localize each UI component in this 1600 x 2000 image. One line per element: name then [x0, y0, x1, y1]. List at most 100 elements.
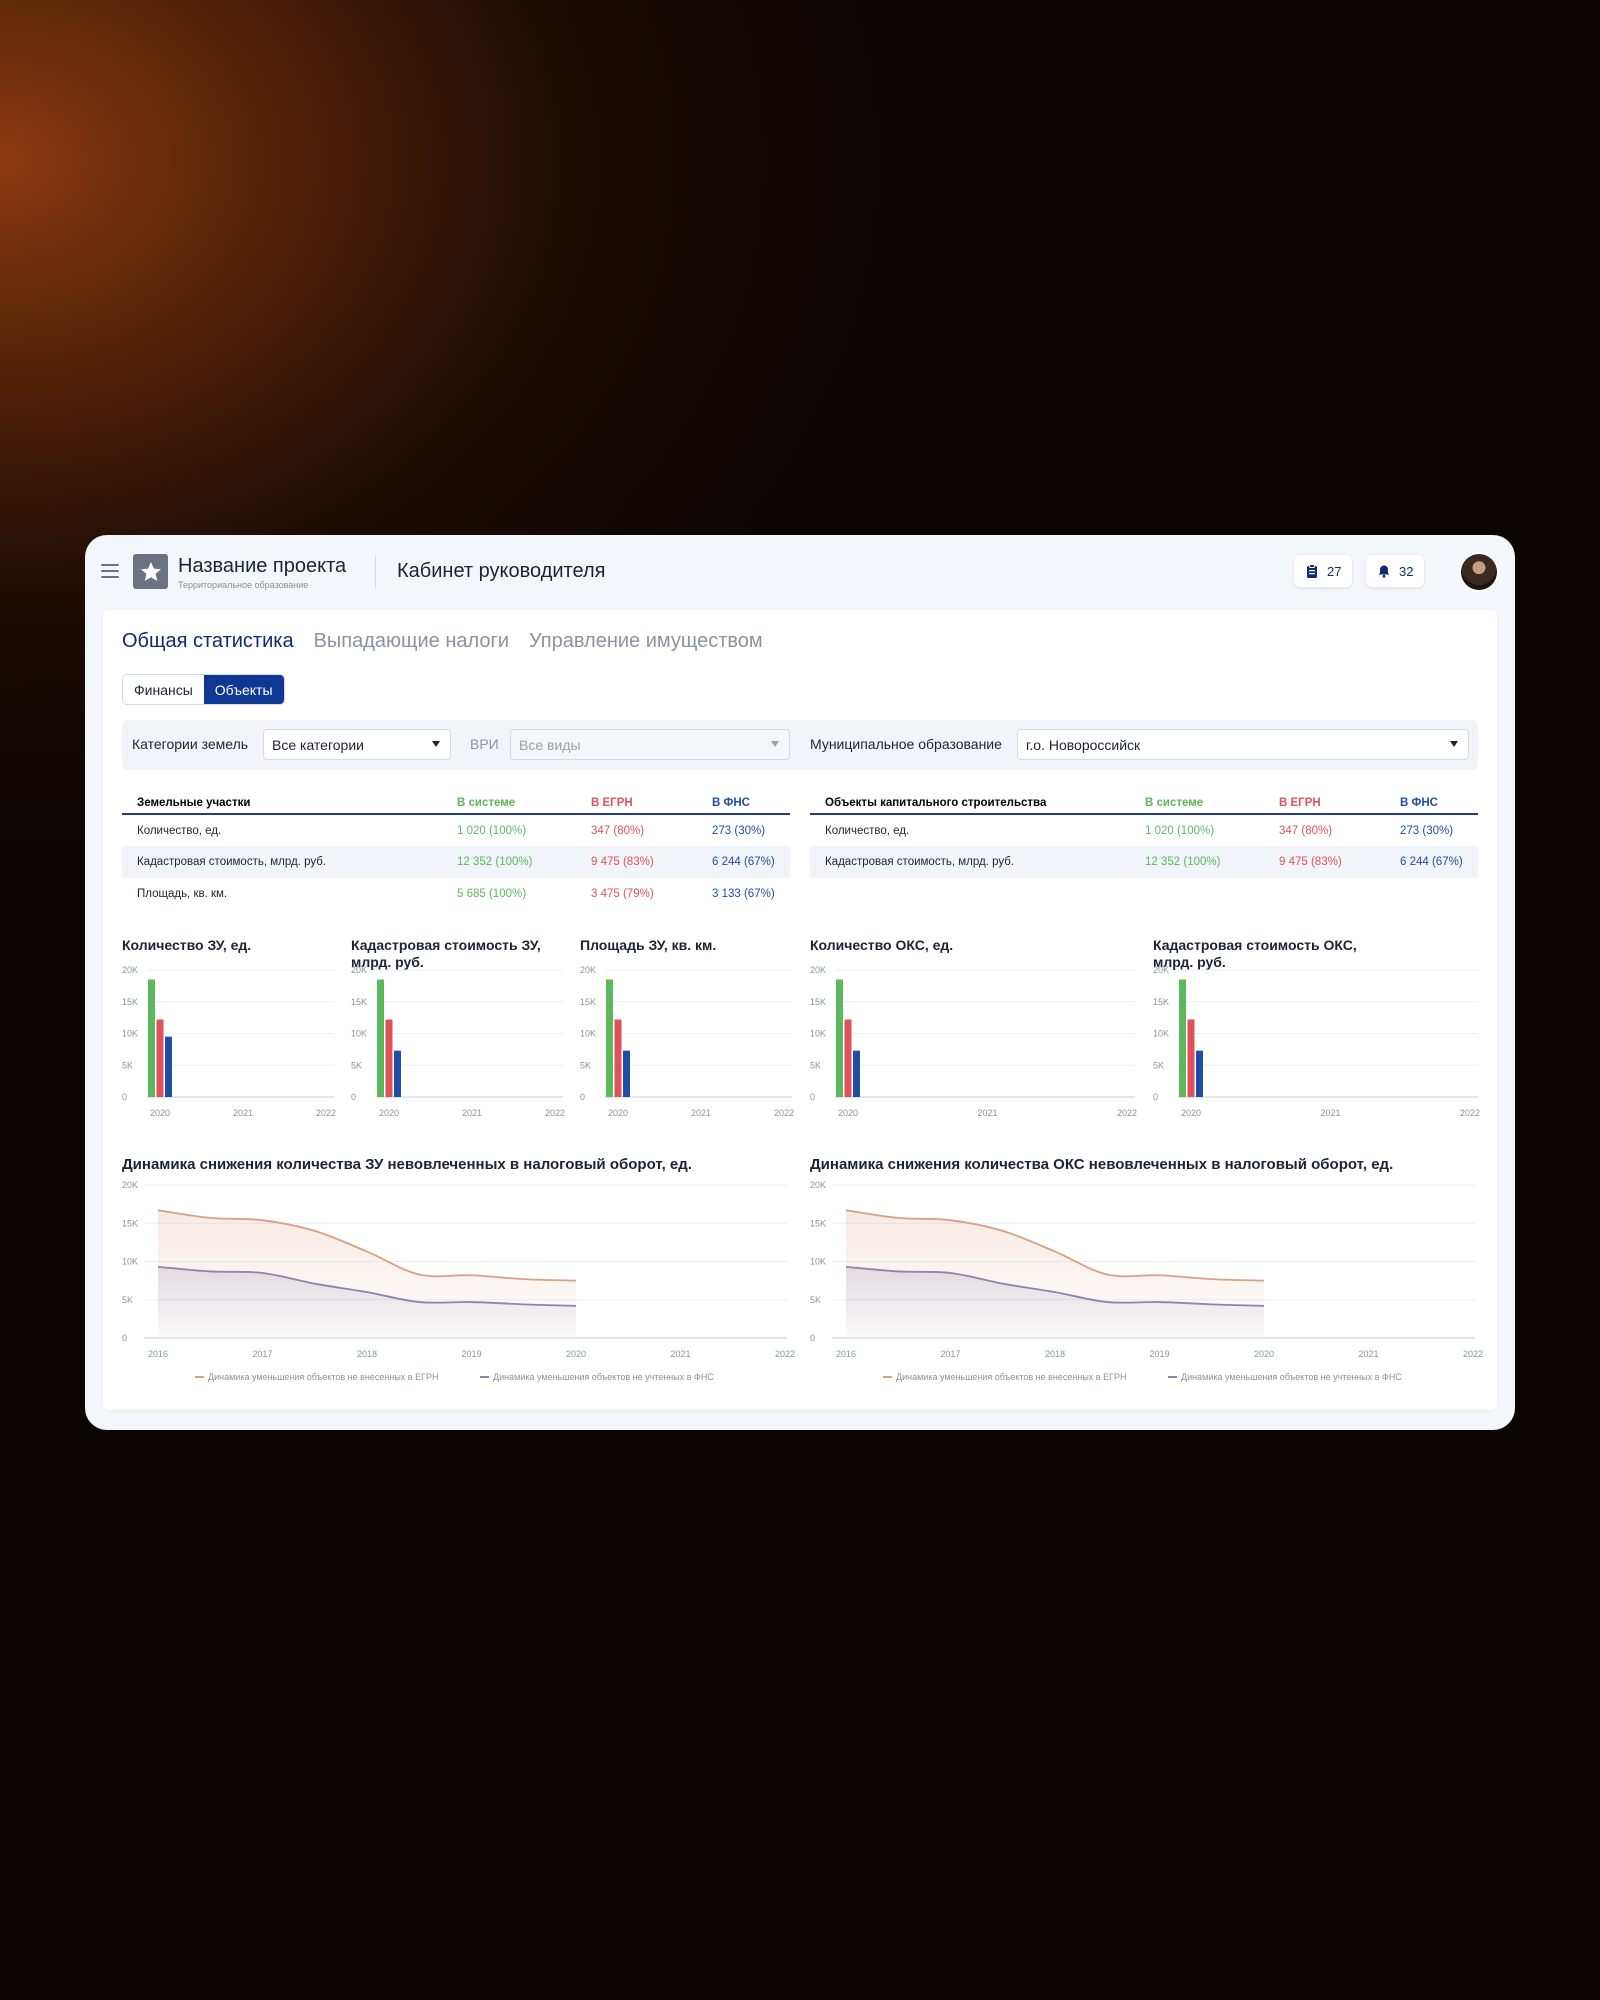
col-header: В ФНС: [697, 792, 790, 815]
x-tick-label: 2021: [462, 1108, 482, 1118]
y-tick-label: 15K: [122, 997, 138, 1007]
vri-value: Все виды: [519, 737, 581, 753]
y-tick-label: 5K: [122, 1060, 133, 1070]
col-header: В ЕГРН: [576, 792, 697, 815]
project-title: Название проекта: [178, 555, 347, 577]
y-tick-label: 20K: [810, 1180, 826, 1190]
cell-fns: 273 (30%): [712, 824, 766, 837]
x-tick-label: 2022: [316, 1108, 336, 1118]
land-category-value: Все категории: [272, 737, 364, 753]
user-avatar[interactable]: [1461, 554, 1497, 590]
table-row: Количество, ед. 1 020 (100%) 347 (80%) 2…: [810, 814, 1478, 846]
land-category-label: Категории земель: [132, 736, 249, 752]
land-category-select[interactable]: Все категории: [263, 729, 451, 760]
y-tick-label: 15K: [810, 1218, 826, 1228]
y-tick-label: 15K: [351, 997, 367, 1007]
x-tick-label: 2022: [1463, 1349, 1483, 1359]
vri-select[interactable]: Все виды: [510, 729, 790, 760]
notifications-count: 32: [1399, 563, 1414, 579]
y-tick-label: 10K: [1153, 1029, 1169, 1039]
tasks-button[interactable]: 27: [1294, 555, 1353, 587]
bar: [614, 1019, 622, 1097]
bar: [394, 1050, 401, 1097]
chart-title: Количество ОКС, ед.: [810, 937, 954, 953]
row-label: Количество, ед.: [137, 824, 222, 837]
cell-fns: 6 244 (67%): [1385, 846, 1478, 878]
y-tick-label: 20K: [122, 965, 138, 975]
y-tick-label: 20K: [810, 965, 826, 975]
x-tick-label: 2020: [1181, 1108, 1201, 1118]
chart-title: Динамика снижения количества ЗУ невовлеч…: [122, 1156, 692, 1173]
y-tick-label: 5K: [580, 1060, 591, 1070]
tab-falling-taxes[interactable]: Выпадающие налоги: [314, 630, 509, 653]
y-tick-label: 10K: [122, 1029, 138, 1039]
row-label: Кадастровая стоимость, млрд. руб.: [122, 846, 442, 878]
vri-label: ВРИ: [470, 736, 499, 752]
legend-label: Динамика уменьшения объектов не внесенны…: [896, 1372, 1126, 1382]
y-tick-label: 0: [810, 1333, 815, 1343]
x-tick-label: 2021: [670, 1349, 690, 1359]
chevron-down-icon: [771, 741, 779, 747]
x-tick-label: 2020: [566, 1349, 586, 1359]
project-subtitle: Территориальное образование: [178, 580, 309, 590]
municipality-select[interactable]: г.о. Новороссийск: [1017, 729, 1469, 760]
bar: [623, 1050, 630, 1097]
main-panel: Общая статистика Выпадающие налоги Управ…: [103, 610, 1497, 1410]
bar: [148, 979, 155, 1097]
row-label: Площадь, кв. км.: [137, 888, 228, 900]
bell-icon: [1378, 565, 1390, 578]
y-tick-label: 10K: [351, 1029, 367, 1039]
cell-fns: 6 244 (67%): [697, 846, 790, 878]
x-tick-label: 2021: [233, 1108, 253, 1118]
cell-system: 5 685 (100%): [457, 888, 527, 900]
segment-objects[interactable]: Объекты: [203, 675, 284, 704]
y-tick-label: 10K: [580, 1029, 596, 1039]
col-header: В ЕГРН: [1264, 792, 1385, 815]
y-tick-label: 15K: [810, 997, 826, 1007]
table-header-row: Земельные участки В системе В ЕГРН В ФНС: [122, 792, 790, 815]
chart-title: Кадастровая стоимость ОКС, млрд. руб.: [1153, 937, 1357, 970]
y-tick-label: 20K: [122, 1180, 138, 1190]
col-header: В системе: [1130, 792, 1264, 815]
cell-system: 1 020 (100%): [1145, 824, 1215, 837]
municipality-value: г.о. Новороссийск: [1026, 737, 1141, 753]
row-label: Кадастровая стоимость, млрд. руб.: [810, 846, 1130, 878]
chart-title: Кадастровая стоимость ЗУ, млрд. руб.: [351, 937, 541, 970]
chart-title: Количество ЗУ, ед.: [122, 937, 252, 953]
x-tick-label: 2022: [1460, 1108, 1480, 1118]
x-tick-label: 2020: [150, 1108, 170, 1118]
cell-system: 12 352 (100%): [442, 846, 576, 878]
area-chart-oks: 0 5K 10K 15K 20K 2016 2017 2018 2019 2020 2021 2022…: [810, 1180, 1483, 1382]
bar-chart-zu-count: 0 5K 10K 15K 20K 2020 2021 2022: [122, 965, 336, 1118]
table-row: Количество, ед. 1 020 (100%) 347 (80%) 2…: [122, 814, 790, 846]
cell-egrn: 9 475 (83%): [576, 846, 697, 878]
x-tick-label: 2022: [545, 1108, 565, 1118]
y-tick-label: 5K: [810, 1060, 821, 1070]
x-tick-label: 2021: [977, 1108, 997, 1118]
y-tick-label: 20K: [1153, 965, 1169, 975]
segment-finances[interactable]: Финансы: [123, 675, 204, 704]
cell-egrn: 3 475 (79%): [591, 888, 654, 900]
bar: [1196, 1050, 1203, 1097]
y-tick-label: 10K: [810, 1029, 826, 1039]
tab-general-stats[interactable]: Общая статистика: [122, 630, 294, 653]
notifications-button[interactable]: 32: [1366, 555, 1425, 587]
bar: [156, 1019, 164, 1097]
y-tick-label: 0: [1153, 1092, 1158, 1102]
legend-label: Динамика уменьшения объектов не учтенных…: [1181, 1372, 1402, 1382]
tab-property-management[interactable]: Управление имуществом: [529, 630, 763, 653]
y-tick-label: 0: [580, 1092, 585, 1102]
x-tick-label: 2016: [836, 1349, 856, 1359]
x-tick-label: 2017: [940, 1349, 960, 1359]
table-row: Площадь, кв. км. 5 685 (100%) 3 475 (79%…: [122, 878, 790, 910]
cell-egrn: 9 475 (83%): [1264, 846, 1385, 878]
x-tick-label: 2019: [461, 1349, 481, 1359]
bar: [836, 979, 843, 1097]
cell-system: 12 352 (100%): [1130, 846, 1264, 878]
x-tick-label: 2022: [774, 1108, 794, 1118]
bar-chart-zu-area: 0 5K 10K 15K 20K 2020 2021 2022: [580, 965, 794, 1118]
x-tick-label: 2016: [148, 1349, 168, 1359]
tasks-count: 27: [1327, 563, 1342, 579]
oks-stats-table: Объекты капитального строительства В сис…: [810, 792, 1478, 878]
menu-icon[interactable]: [101, 564, 119, 578]
